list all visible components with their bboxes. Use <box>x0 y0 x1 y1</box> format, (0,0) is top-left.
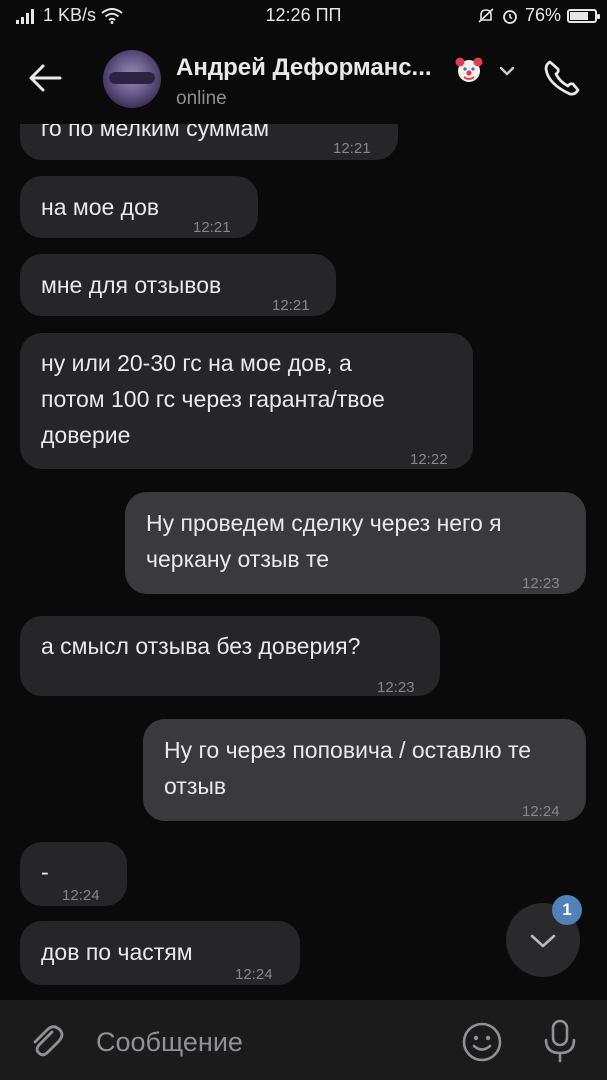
avatar[interactable] <box>103 50 161 108</box>
message-text: ну или 20-30 гс на мое дов, а потом 100 … <box>41 350 385 448</box>
message-bubble[interactable]: ну или 20-30 гс на мое дов, а потом 100 … <box>20 333 473 469</box>
message-time: 12:23 <box>522 575 560 592</box>
message-text: го по мелким суммам <box>41 124 270 141</box>
message-text: - <box>41 859 49 885</box>
mute-bell-icon <box>478 7 494 23</box>
message-bubble[interactable]: мне для отзывов 12:21 <box>20 254 336 316</box>
message-time: 12:22 <box>410 451 448 468</box>
message-bubble[interactable]: на мое дов 12:21 <box>20 176 258 238</box>
composer <box>0 1000 607 1080</box>
contact-name[interactable]: Андрей Деформанс... <box>176 54 432 82</box>
message-text: мне для отзывов <box>41 272 222 298</box>
alarm-icon <box>503 9 517 24</box>
message-bubble[interactable]: Ну проведем сделку через него я черкану … <box>125 492 586 594</box>
message-text: Ну го через поповича / оставлю те отзыв <box>164 737 532 799</box>
phone-call-icon[interactable] <box>540 56 584 100</box>
message-bubble[interactable]: Ну го через поповича / оставлю те отзыв … <box>143 719 586 821</box>
message-text: дов по частям <box>41 939 193 965</box>
emoji-icon[interactable] <box>460 1020 504 1064</box>
chevron-down-icon[interactable] <box>497 64 517 78</box>
message-input[interactable] <box>96 1022 436 1062</box>
battery-percent: 76% <box>524 5 561 25</box>
unread-badge: 1 <box>552 895 582 925</box>
message-time: 12:21 <box>272 297 310 314</box>
message-bubble[interactable]: дов по частям 12:24 <box>20 921 300 985</box>
battery-fill <box>570 11 589 20</box>
message-list[interactable]: го по мелким суммам 12:21 на мое дов 12:… <box>0 124 607 1000</box>
contact-status: online <box>176 88 227 109</box>
message-bubble[interactable]: го по мелким суммам 12:21 <box>20 124 398 160</box>
message-text: Ну проведем сделку через него я черкану … <box>146 510 502 572</box>
microphone-icon[interactable] <box>540 1018 580 1064</box>
clown-face-icon <box>455 57 483 82</box>
chat-header: Андрей Деформанс... online <box>0 32 607 124</box>
paperclip-icon[interactable] <box>26 1020 68 1062</box>
message-time: 12:24 <box>62 887 100 904</box>
message-bubble[interactable]: - 12:24 <box>20 842 127 906</box>
message-bubble[interactable]: а смысл отзыва без доверия? 12:23 <box>20 616 440 696</box>
message-time: 12:24 <box>522 803 560 820</box>
message-text: а смысл отзыва без доверия? <box>41 633 361 659</box>
battery-icon <box>567 8 600 23</box>
message-time: 12:21 <box>333 140 371 157</box>
message-time: 12:21 <box>193 219 231 236</box>
message-time: 12:24 <box>235 966 273 983</box>
back-arrow-icon[interactable] <box>26 58 66 98</box>
status-bar: 1 KB/s 12:26 ПП 76% <box>0 0 607 32</box>
message-text: на мое дов <box>41 194 160 220</box>
message-time: 12:23 <box>377 679 415 696</box>
